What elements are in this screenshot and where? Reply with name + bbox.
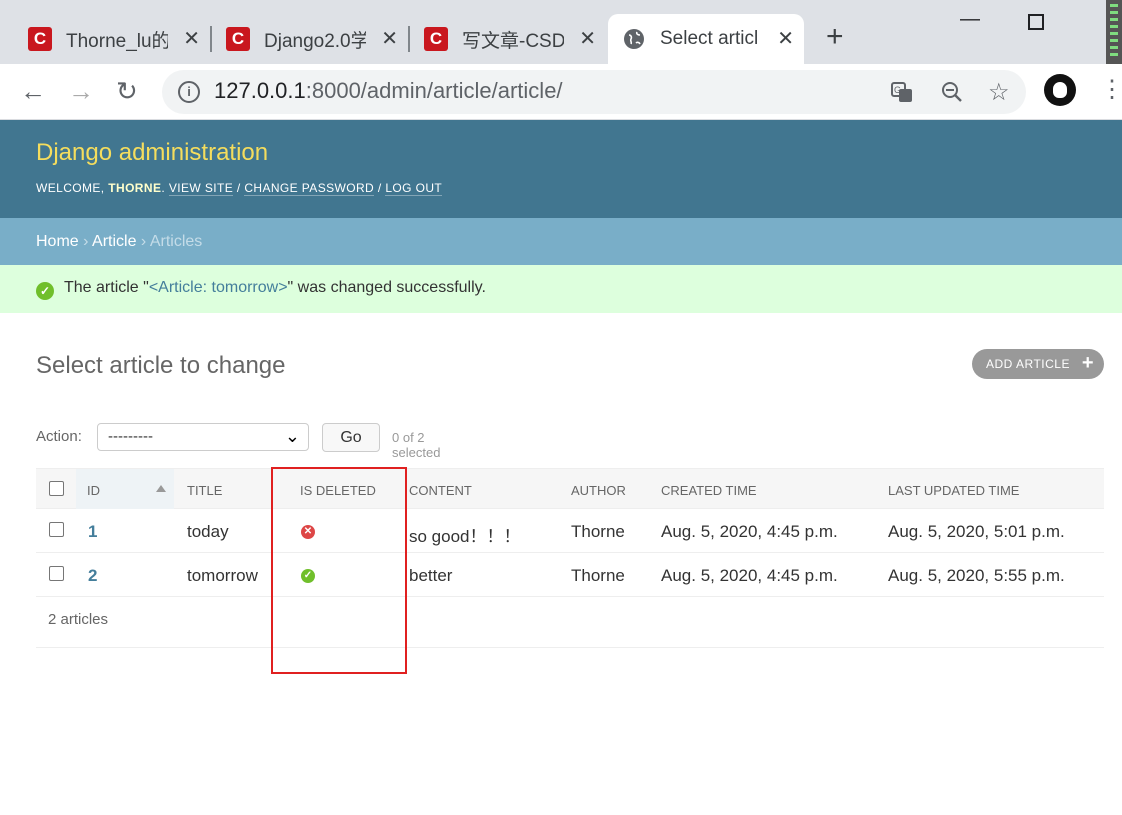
tab-title: Select articl (660, 28, 759, 49)
row-updated-time: Aug. 5, 2020, 5:55 p.m. (888, 566, 1065, 585)
breadcrumb: Home › Article › Articles (0, 218, 1122, 265)
row-author: Thorne (571, 522, 625, 541)
tab-title: 写文章-CSDI (462, 30, 564, 52)
view-site-link[interactable]: View site (168, 181, 234, 196)
row-author: Thorne (571, 566, 625, 585)
column-header-created-time[interactable]: Created time (661, 483, 757, 498)
row-updated-time: Aug. 5, 2020, 5:01 p.m. (888, 522, 1065, 541)
username: Thorne (108, 181, 162, 195)
browser-tab[interactable]: C Django2.0学 ✕ (212, 14, 408, 64)
go-button[interactable]: Go (322, 423, 380, 452)
url-text[interactable]: 127.0.0.1:8000/admin/article/article/ (214, 78, 563, 104)
add-article-label: Add article (986, 357, 1070, 371)
plus-icon: + (1081, 352, 1094, 374)
table-header: ID Title Is deleted Content Author Creat… (36, 468, 1104, 509)
tab-close-icon[interactable]: ✕ (777, 26, 794, 51)
row-id-link[interactable]: 2 (88, 566, 97, 586)
address-bar[interactable]: i 127.0.0.1:8000/admin/article/article/ … (162, 70, 1026, 114)
row-content: so good！！！ (409, 527, 521, 546)
breadcrumb-app[interactable]: Article (92, 233, 136, 250)
bookmark-star-icon[interactable]: ☆ (988, 78, 1010, 107)
back-icon[interactable]: ← (20, 76, 46, 106)
csdn-favicon-icon: C (226, 27, 250, 51)
menu-icon[interactable]: ⋮ (1100, 76, 1122, 104)
success-message: ✓ The article "<Article: tomorrow>" was c… (0, 265, 1122, 313)
status-meter-icon (1106, 0, 1122, 72)
breadcrumb-current: Articles (149, 233, 203, 250)
site-branding[interactable]: Django administration (36, 139, 268, 167)
message-object-link[interactable]: <Article: tomorrow> (149, 279, 288, 296)
user-tools: Welcome, Thorne. View site / Change pass… (36, 181, 443, 196)
svg-text:G: G (894, 85, 901, 95)
tab-title: Django2.0学 (264, 30, 366, 52)
select-all-checkbox[interactable] (49, 481, 64, 496)
csdn-favicon-icon: C (424, 27, 448, 51)
zoom-out-icon[interactable] (940, 80, 964, 110)
info-icon[interactable]: i (178, 81, 200, 103)
message-suffix: " was changed successfully. (287, 279, 486, 296)
new-tab-button[interactable]: + (826, 22, 844, 52)
tab-title: Thorne_lu的 (66, 30, 168, 52)
browser-tab-bar: C Thorne_lu的 ✕ C Django2.0学 ✕ C 写文章-CSDI… (0, 0, 1122, 72)
url-host: 127.0.0.1 (214, 78, 306, 103)
translate-icon[interactable]: G (890, 80, 914, 110)
admin-header: Django administration Welcome, Thorne. V… (0, 120, 1122, 218)
tab-close-icon[interactable]: ✕ (579, 26, 596, 51)
row-created-time: Aug. 5, 2020, 4:45 p.m. (661, 566, 838, 585)
browser-toolbar: ← → ↻ i 127.0.0.1:8000/admin/article/art… (0, 64, 1122, 120)
action-select[interactable]: --------- ⌄ (97, 423, 309, 451)
profile-avatar[interactable] (1044, 74, 1076, 106)
reload-icon[interactable]: ↻ (116, 76, 138, 106)
welcome-text: Welcome, (36, 181, 109, 195)
maximize-icon[interactable] (1028, 14, 1044, 30)
chevron-down-icon: ⌄ (284, 426, 300, 446)
url-path: :8000/admin/article/article/ (305, 78, 563, 103)
sort-ascending-icon[interactable] (156, 485, 166, 492)
tab-close-icon[interactable]: ✕ (381, 26, 398, 51)
row-created-time: Aug. 5, 2020, 4:45 p.m. (661, 522, 838, 541)
browser-tab[interactable]: C 写文章-CSDI ✕ (410, 14, 606, 64)
column-header-id[interactable]: ID (87, 483, 100, 498)
forward-icon[interactable]: → (68, 76, 94, 106)
tab-close-icon[interactable]: ✕ (183, 26, 200, 51)
row-id-link[interactable]: 1 (88, 522, 97, 542)
action-label: Action: (36, 428, 82, 445)
result-count: 2 articles (36, 596, 1104, 648)
highlight-annotation-box (271, 467, 407, 674)
column-header-last-updated-time[interactable]: Last updated time (888, 483, 1019, 498)
row-title: today (187, 522, 229, 541)
browser-tab-active[interactable]: Select articl ✕ (608, 14, 804, 64)
message-prefix: The article " (64, 279, 149, 296)
add-article-button[interactable]: Add article + (972, 349, 1104, 379)
breadcrumb-home[interactable]: Home (36, 233, 79, 250)
column-header-content[interactable]: Content (409, 483, 472, 498)
column-header-author[interactable]: Author (571, 483, 626, 498)
csdn-favicon-icon: C (28, 27, 52, 51)
row-title: tomorrow (187, 566, 258, 585)
action-selected-value: --------- (108, 428, 153, 445)
row-content: better (409, 566, 453, 585)
selection-counter: 0 of 2 selected (392, 430, 441, 460)
globe-icon (622, 27, 646, 51)
table-row: 2 tomorrow ✓ better Thorne Aug. 5, 2020,… (36, 553, 1104, 597)
browser-tab[interactable]: C Thorne_lu的 ✕ (14, 14, 210, 64)
success-check-icon: ✓ (36, 282, 54, 300)
minimize-icon[interactable]: — (960, 8, 980, 31)
column-header-title[interactable]: Title (187, 483, 222, 498)
table-row: 1 today ✕ so good！！！ Thorne Aug. 5, 2020… (36, 509, 1104, 553)
log-out-link[interactable]: Log out (385, 181, 443, 196)
page-title: Select article to change (36, 352, 286, 379)
change-password-link[interactable]: Change password (244, 181, 375, 196)
row-checkbox[interactable] (49, 522, 64, 537)
row-checkbox[interactable] (49, 566, 64, 581)
